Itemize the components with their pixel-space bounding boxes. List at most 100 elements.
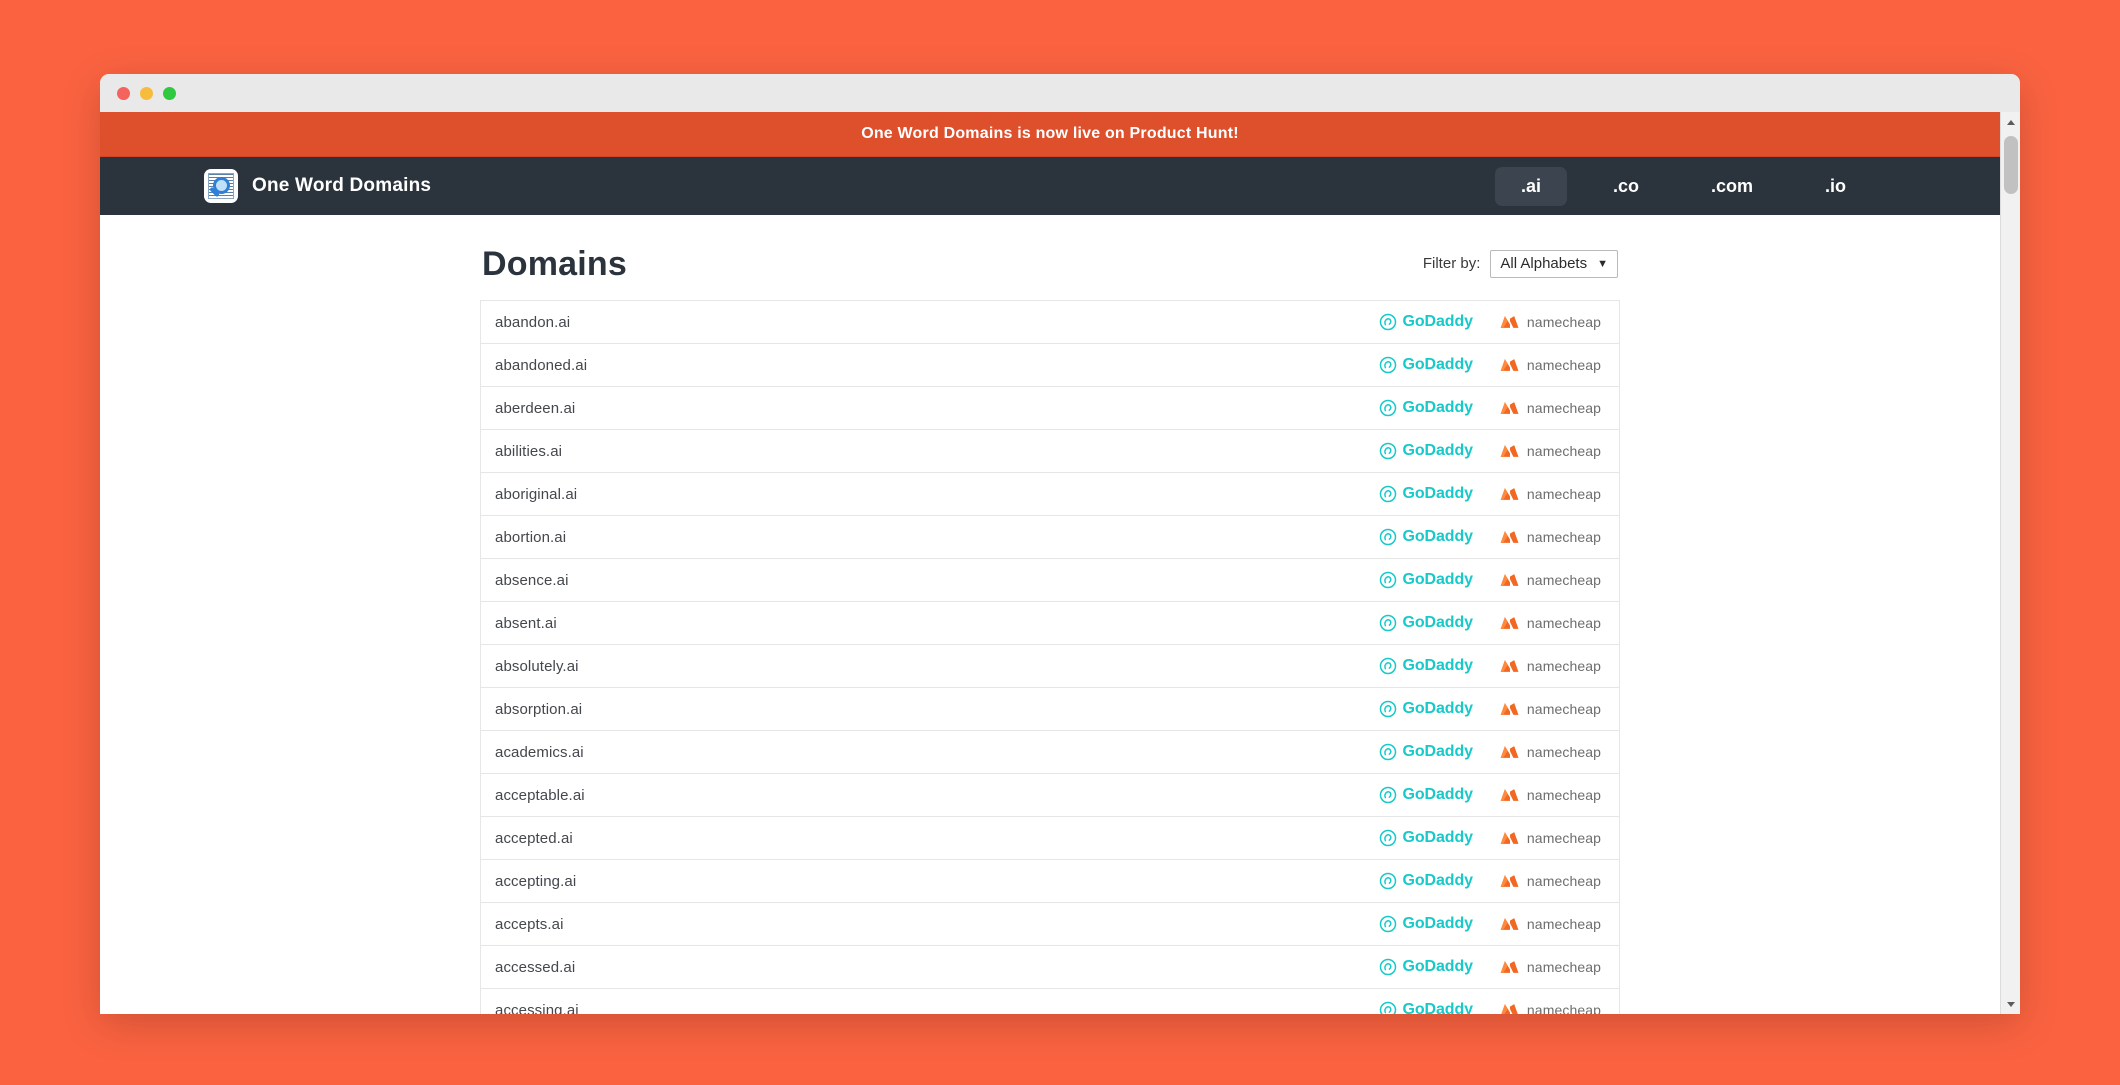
namecheap-link[interactable]: namecheap xyxy=(1499,399,1601,417)
godaddy-link[interactable]: GoDaddy xyxy=(1379,1001,1473,1014)
godaddy-link[interactable]: GoDaddy xyxy=(1379,700,1473,718)
godaddy-label: GoDaddy xyxy=(1402,657,1474,674)
page-content: Domains Filter by: All Alphabets ▼ aband… xyxy=(100,215,2000,1014)
godaddy-icon xyxy=(1379,743,1396,761)
namecheap-link[interactable]: namecheap xyxy=(1499,829,1601,847)
namecheap-link[interactable]: namecheap xyxy=(1499,786,1601,804)
namecheap-label: namecheap xyxy=(1526,787,1601,803)
godaddy-label: GoDaddy xyxy=(1402,485,1474,502)
godaddy-icon xyxy=(1379,614,1396,632)
godaddy-icon xyxy=(1379,1001,1396,1014)
namecheap-label: namecheap xyxy=(1526,486,1601,502)
godaddy-label: GoDaddy xyxy=(1402,1001,1474,1014)
namecheap-icon xyxy=(1500,488,1519,500)
namecheap-label: namecheap xyxy=(1526,400,1601,416)
tab-com[interactable]: .com xyxy=(1685,167,1779,206)
maximize-window-button[interactable] xyxy=(163,86,176,100)
domain-row: academics.ai GoDaddy namecheap xyxy=(481,731,1619,774)
close-window-button[interactable] xyxy=(117,86,130,100)
chevron-down-icon: ▼ xyxy=(1597,257,1608,270)
namecheap-link[interactable]: namecheap xyxy=(1499,915,1601,933)
godaddy-label: GoDaddy xyxy=(1402,829,1474,846)
tab-co[interactable]: .co xyxy=(1587,167,1665,206)
namecheap-link[interactable]: namecheap xyxy=(1499,1001,1601,1014)
page-title: Domains xyxy=(482,245,627,283)
godaddy-link[interactable]: GoDaddy xyxy=(1379,571,1473,589)
scrollbar-thumb[interactable] xyxy=(2004,136,2018,194)
alphabet-filter-select[interactable]: All Alphabets ▼ xyxy=(1490,249,1618,278)
domain-row: aberdeen.ai GoDaddy namecheap xyxy=(481,387,1619,430)
godaddy-link[interactable]: GoDaddy xyxy=(1379,614,1473,632)
namecheap-label: namecheap xyxy=(1526,357,1601,373)
namecheap-link[interactable]: namecheap xyxy=(1499,571,1601,589)
namecheap-link[interactable]: namecheap xyxy=(1499,356,1601,374)
scroll-down-arrow-icon xyxy=(2007,1001,2015,1007)
namecheap-icon xyxy=(1500,746,1519,758)
domain-row: aboriginal.ai GoDaddy namecheap xyxy=(481,473,1619,516)
brand-logo-link[interactable]: One Word Domains xyxy=(204,169,431,203)
promo-banner[interactable]: One Word Domains is now live on Product … xyxy=(100,112,2000,157)
namecheap-link[interactable]: namecheap xyxy=(1499,743,1601,761)
domain-name: absorption.ai xyxy=(495,700,583,718)
godaddy-icon xyxy=(1379,485,1396,503)
domain-row: absent.ai GoDaddy namecheap xyxy=(481,602,1619,645)
godaddy-link[interactable]: GoDaddy xyxy=(1379,528,1473,546)
domain-row: accepts.ai GoDaddy namecheap xyxy=(481,903,1619,946)
namecheap-link[interactable]: namecheap xyxy=(1499,313,1601,331)
namecheap-link[interactable]: namecheap xyxy=(1499,872,1601,890)
godaddy-label: GoDaddy xyxy=(1402,313,1474,330)
godaddy-label: GoDaddy xyxy=(1402,743,1474,760)
namecheap-link[interactable]: namecheap xyxy=(1499,485,1601,503)
godaddy-link[interactable]: GoDaddy xyxy=(1379,829,1473,847)
browser-viewport: One Word Domains is now live on Product … xyxy=(100,112,2020,1014)
tab-ai[interactable]: .ai xyxy=(1494,166,1567,206)
scroll-up-button[interactable] xyxy=(2001,112,2020,132)
registrar-links: GoDaddy namecheap xyxy=(1379,958,1602,976)
godaddy-link[interactable]: GoDaddy xyxy=(1379,313,1473,331)
domain-row: absorption.ai GoDaddy namecheap xyxy=(481,688,1619,731)
godaddy-link[interactable]: GoDaddy xyxy=(1379,958,1473,976)
namecheap-link[interactable]: namecheap xyxy=(1499,442,1601,460)
namecheap-link[interactable]: namecheap xyxy=(1499,657,1601,675)
domain-name: absent.ai xyxy=(495,614,557,632)
namecheap-link[interactable]: namecheap xyxy=(1499,958,1601,976)
domain-name: accessed.ai xyxy=(495,958,576,976)
namecheap-link[interactable]: namecheap xyxy=(1499,528,1601,546)
minimize-window-button[interactable] xyxy=(140,86,153,100)
godaddy-link[interactable]: GoDaddy xyxy=(1379,442,1473,460)
tab-io[interactable]: .io xyxy=(1799,167,1872,206)
page-scrollbar[interactable] xyxy=(2000,112,2020,1014)
namecheap-icon xyxy=(1500,789,1519,801)
godaddy-link[interactable]: GoDaddy xyxy=(1379,356,1473,374)
godaddy-link[interactable]: GoDaddy xyxy=(1379,872,1473,890)
namecheap-label: namecheap xyxy=(1526,314,1601,330)
godaddy-label: GoDaddy xyxy=(1402,571,1474,588)
registrar-links: GoDaddy namecheap xyxy=(1379,399,1602,417)
namecheap-icon xyxy=(1500,660,1519,672)
godaddy-link[interactable]: GoDaddy xyxy=(1379,786,1473,804)
namecheap-icon xyxy=(1500,918,1519,930)
godaddy-link[interactable]: GoDaddy xyxy=(1379,657,1473,675)
godaddy-icon xyxy=(1379,442,1396,460)
godaddy-icon xyxy=(1379,356,1396,374)
registrar-links: GoDaddy namecheap xyxy=(1379,614,1602,632)
namecheap-link[interactable]: namecheap xyxy=(1499,614,1601,632)
namecheap-icon xyxy=(1500,832,1519,844)
godaddy-icon xyxy=(1379,528,1396,546)
domain-name: abilities.ai xyxy=(495,442,563,460)
registrar-links: GoDaddy namecheap xyxy=(1379,528,1602,546)
scroll-down-button[interactable] xyxy=(2001,994,2020,1014)
namecheap-label: namecheap xyxy=(1526,1002,1601,1014)
namecheap-link[interactable]: namecheap xyxy=(1499,700,1601,718)
godaddy-link[interactable]: GoDaddy xyxy=(1379,485,1473,503)
godaddy-link[interactable]: GoDaddy xyxy=(1379,399,1473,417)
promo-banner-text: One Word Domains is now live on Product … xyxy=(861,125,1239,142)
namecheap-label: namecheap xyxy=(1526,572,1601,588)
namecheap-label: namecheap xyxy=(1526,744,1601,760)
domain-row: abilities.ai GoDaddy namecheap xyxy=(481,430,1619,473)
godaddy-link[interactable]: GoDaddy xyxy=(1379,915,1473,933)
godaddy-link[interactable]: GoDaddy xyxy=(1379,743,1473,761)
domain-row: accessing.ai GoDaddy namecheap xyxy=(481,989,1619,1014)
godaddy-icon xyxy=(1379,872,1396,890)
namecheap-label: namecheap xyxy=(1526,615,1601,631)
